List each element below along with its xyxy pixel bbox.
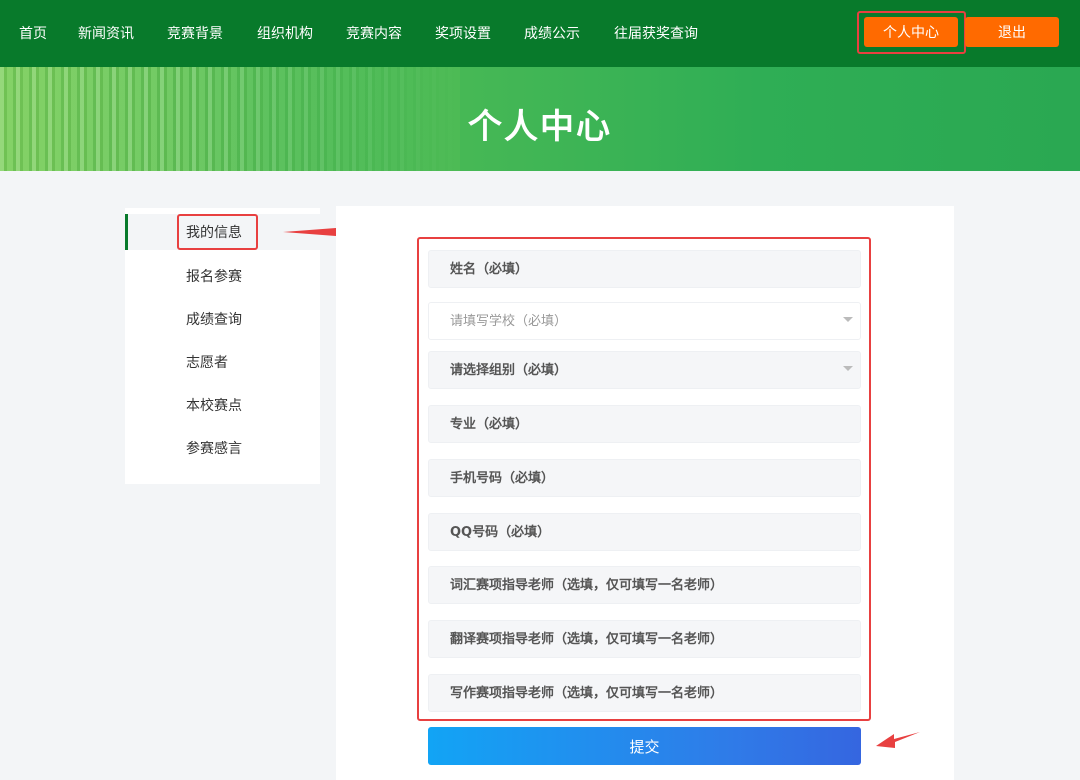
name-input[interactable] xyxy=(428,250,861,288)
banner-title: 个人中心 xyxy=(468,107,612,147)
writing-teacher-input[interactable] xyxy=(428,674,861,712)
top-nav: 首页 新闻资讯 竞赛背景 组织机构 竞赛内容 奖项设置 成绩公示 往届获奖查询 … xyxy=(0,0,1080,67)
banner: 个人中心 xyxy=(0,67,1080,171)
sidebar-item-testimonial[interactable]: 参赛感言 xyxy=(125,430,320,466)
major-input[interactable] xyxy=(428,405,861,443)
sidebar-item-score-query[interactable]: 成绩查询 xyxy=(125,301,320,337)
sidebar-item-register[interactable]: 报名参赛 xyxy=(125,258,320,294)
submit-button[interactable]: 提交 xyxy=(428,727,861,765)
nav-organization[interactable]: 组织机构 xyxy=(257,23,313,43)
group-input[interactable] xyxy=(428,351,861,389)
logout-button[interactable]: 退出 xyxy=(965,17,1059,47)
nav-background[interactable]: 竞赛背景 xyxy=(167,23,223,43)
nav-contest-content[interactable]: 竞赛内容 xyxy=(346,23,402,43)
translate-teacher-input[interactable] xyxy=(428,620,861,658)
nav-results[interactable]: 成绩公示 xyxy=(524,23,580,43)
vocab-teacher-input[interactable] xyxy=(428,566,861,604)
sidebar: 我的信息 报名参赛 成绩查询 志愿者 本校赛点 参赛感言 xyxy=(125,208,320,484)
school-select[interactable] xyxy=(428,302,861,340)
school-input[interactable] xyxy=(428,302,861,340)
chevron-down-icon xyxy=(843,366,853,371)
group-select[interactable] xyxy=(428,351,861,389)
nav-awards[interactable]: 奖项设置 xyxy=(435,23,491,43)
chevron-down-icon xyxy=(843,317,853,322)
phone-input[interactable] xyxy=(428,459,861,497)
qq-input[interactable] xyxy=(428,513,861,551)
sidebar-item-my-info[interactable]: 我的信息 xyxy=(125,214,320,250)
nav-news[interactable]: 新闻资讯 xyxy=(78,23,134,43)
nav-home[interactable]: 首页 xyxy=(19,23,47,43)
sidebar-item-volunteer[interactable]: 志愿者 xyxy=(125,344,320,380)
personal-center-button[interactable]: 个人中心 xyxy=(864,17,958,47)
nav-past-winners[interactable]: 往届获奖查询 xyxy=(614,23,698,43)
sidebar-item-school-venue[interactable]: 本校赛点 xyxy=(125,387,320,423)
